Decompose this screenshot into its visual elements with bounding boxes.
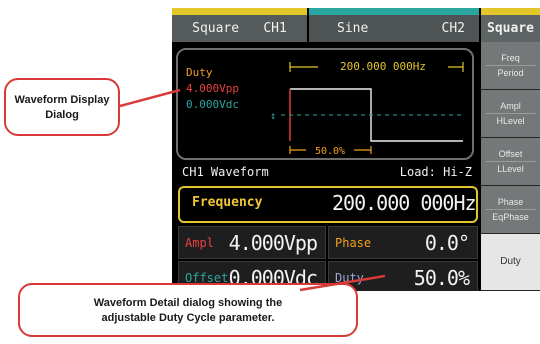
menu-offset-label: Offset — [498, 149, 523, 159]
instrument-screen: Square CH1 Sine CH2 200.000 000Hz ↕ 50.0… — [172, 8, 540, 291]
callout-waveform-detail: Waveform Detail dialog showing the adjus… — [18, 283, 358, 337]
tab-ch2-channel: CH2 — [441, 21, 465, 36]
menu-period-label: Period — [485, 65, 536, 80]
waveform-plot: 200.000 000Hz ↕ 50.0% Duty 4.000Vpp 0.00… — [186, 59, 464, 157]
callout-detail-line-2: adjustable Duty Cycle parameter. — [101, 312, 275, 324]
menu-eqphase-label: EqPhase — [485, 209, 536, 224]
waveform-display: 200.000 000Hz ↕ 50.0% Duty 4.000Vpp 0.00… — [176, 48, 474, 160]
phase-field-value: 0.0° — [424, 231, 470, 255]
frequency-value: 200.000 000Hz — [332, 191, 477, 215]
duty-field-value: 50.0% — [413, 266, 470, 290]
menu-offset-button[interactable]: Offset LLevel — [481, 138, 540, 186]
display-callout-arrow — [119, 88, 181, 108]
tab-ch2[interactable]: Sine CH2 — [309, 8, 479, 42]
callout-display-line-2: Dialog — [45, 109, 79, 121]
duty-marker-text: 50.0% — [315, 146, 345, 157]
phase-field[interactable]: Phase 0.0° — [328, 226, 478, 259]
menu-duty-button[interactable]: Duty — [481, 234, 540, 291]
menu-freq-button[interactable]: Freq Period — [481, 42, 540, 90]
ampl-field-label: Ampl — [185, 236, 214, 250]
softkey-menu: Square Freq Period Ampl HLevel Offset LL… — [481, 8, 540, 291]
menu-phase-label: Phase — [497, 197, 524, 207]
offset-marker-icon: ↕ — [270, 111, 276, 122]
phase-field-label: Phase — [335, 236, 372, 250]
menu-hlevel-label: HLevel — [485, 113, 536, 128]
menu-freq-label: Freq — [501, 53, 520, 63]
callout-display-line-1: Waveform Display — [14, 94, 110, 106]
menu-ampl-label: Ampl — [500, 101, 521, 111]
ch1-color-bar — [172, 8, 307, 15]
ampl-field-value: 4.000Vpp — [228, 231, 318, 255]
detail-header: CH1 Waveform Load: Hi-Z — [176, 165, 478, 183]
load-status: Load: Hi-Z — [399, 165, 472, 179]
frequency-field[interactable]: Frequency 200.000 000Hz — [178, 186, 478, 223]
menu-llevel-label: LLevel — [485, 161, 536, 176]
callout-detail-line-1: Waveform Detail dialog showing the — [93, 297, 283, 309]
offset-label: 0.000Vdc — [186, 98, 239, 111]
menu-title: Square — [481, 8, 540, 42]
callout-waveform-display: Waveform Display Dialog — [4, 78, 120, 136]
tab-ch2-wave: Sine — [337, 21, 369, 36]
menu-duty-label: Duty — [500, 256, 521, 267]
tab-ch1[interactable]: Square CH1 — [172, 8, 307, 42]
ch2-color-bar — [309, 8, 479, 15]
frequency-marker-text: 200.000 000Hz — [340, 60, 426, 73]
detail-title: CH1 Waveform — [182, 165, 269, 179]
amplitude-label: 4.000Vpp — [186, 82, 239, 95]
frequency-label: Frequency — [192, 195, 263, 210]
tab-ch1-wave: Square — [192, 21, 240, 36]
menu-ampl-button[interactable]: Ampl HLevel — [481, 90, 540, 138]
menu-phase-button[interactable]: Phase EqPhase — [481, 186, 540, 234]
tab-ch1-channel: CH1 — [263, 21, 287, 36]
ampl-field[interactable]: Ampl 4.000Vpp — [178, 226, 326, 259]
duty-label: Duty — [186, 66, 213, 79]
